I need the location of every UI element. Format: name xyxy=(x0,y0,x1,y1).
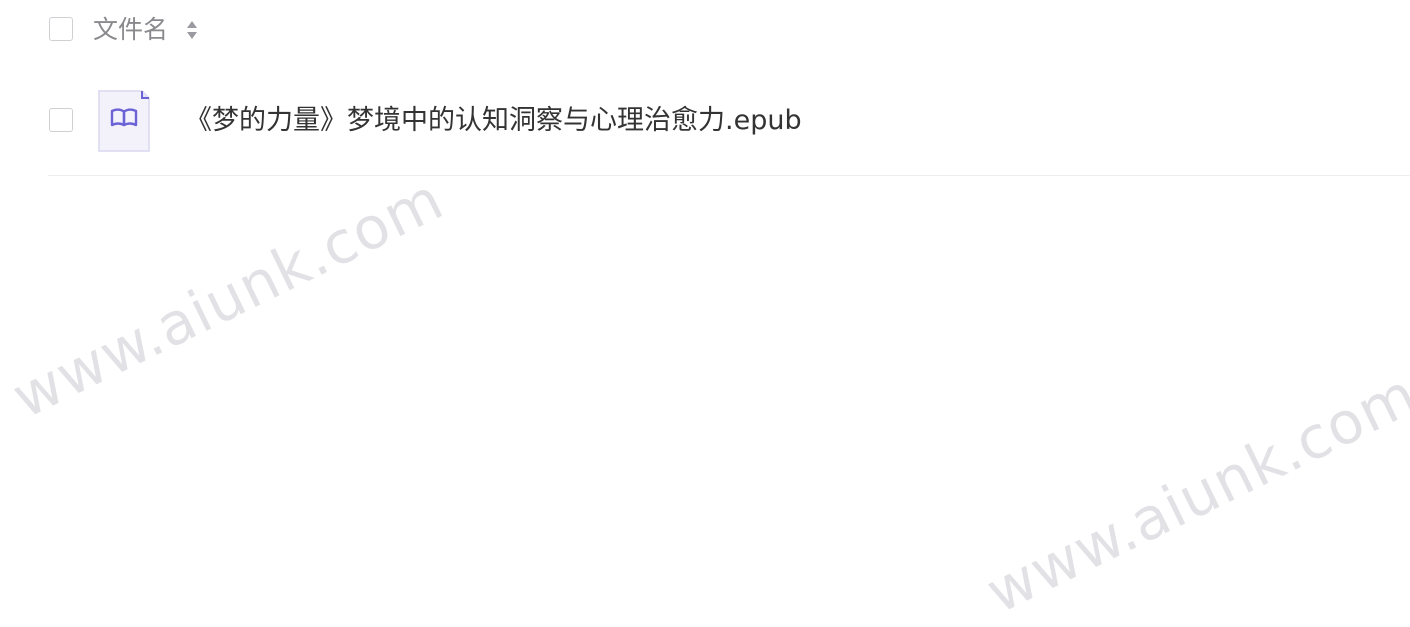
file-list-header: 文件名 xyxy=(48,0,1410,62)
file-name-link[interactable]: 《梦的力量》梦境中的认知洞察与心理治愈力.epub xyxy=(185,104,802,138)
file-row[interactable]: 《梦的力量》梦境中的认知洞察与心理治愈力.epub xyxy=(48,62,1410,176)
watermark-text: www.aiunk.com xyxy=(1,164,454,432)
watermark-text: www.aiunk.com xyxy=(975,359,1410,627)
file-list: 文件名 《梦的力量》梦境中的认知洞察与心理治愈力.epub xyxy=(48,0,1410,176)
select-all-checkbox[interactable] xyxy=(49,17,73,41)
column-header-filename[interactable]: 文件名 xyxy=(93,13,168,47)
file-row-checkbox[interactable] xyxy=(49,108,73,132)
epub-book-icon xyxy=(98,90,150,152)
sort-icon[interactable] xyxy=(186,19,198,41)
